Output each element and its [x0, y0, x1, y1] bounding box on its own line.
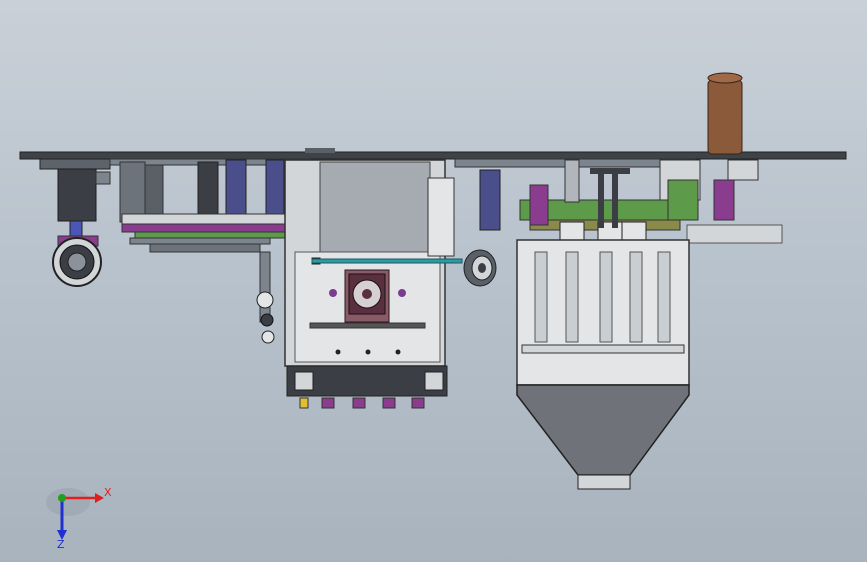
- x-axis-label: X: [104, 486, 112, 499]
- triad-graphic: X Z: [46, 486, 112, 551]
- orientation-triad: X Z: [40, 480, 120, 551]
- machine-assembly-model[interactable]: [0, 0, 867, 562]
- left-rollers: [256, 251, 275, 344]
- cooling-fan: [344, 269, 390, 323]
- drive-pulley: [463, 249, 497, 287]
- z-axis-label: Z: [57, 538, 65, 550]
- copper-cylinder: [707, 72, 743, 155]
- y-axis-dot: [58, 494, 66, 502]
- left-gear-rail[interactable]: [109, 158, 311, 253]
- plate-bracket: [305, 148, 335, 153]
- cad-viewport[interactable]: X Z: [0, 0, 867, 562]
- central-housing[interactable]: [284, 159, 463, 409]
- right-gear-rail[interactable]: [454, 158, 783, 249]
- left-motor-assembly[interactable]: [39, 158, 111, 287]
- hopper[interactable]: [516, 239, 690, 490]
